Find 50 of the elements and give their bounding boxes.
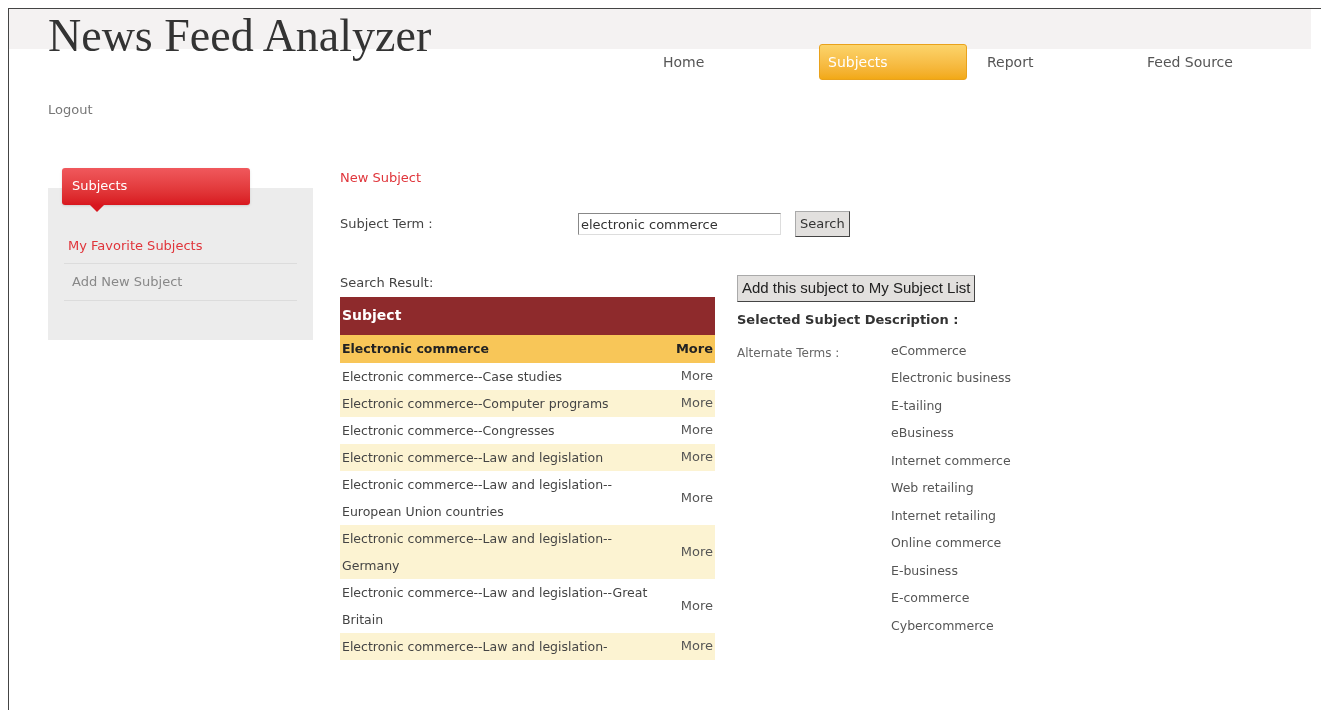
table-row[interactable]: Electronic commerce--Law and legislation- More (340, 632, 715, 660)
table-header: Subject (340, 296, 715, 335)
section-heading: New Subject (340, 168, 423, 187)
alternate-term: E-business (891, 561, 959, 580)
subject-cell-text: Electronic commerce--Computer programs (342, 394, 610, 413)
nav-tab[interactable]: Home (663, 44, 813, 80)
alternate-term: Online commerce (891, 534, 1003, 552)
subject-cell-text: Electronic commerce--Law and legislation (342, 448, 605, 467)
result-label: Search Result: (340, 274, 435, 292)
add-subject-button[interactable]: Add this subject to My Subject List (737, 275, 976, 302)
subject-cell-text: Electronic commerce (342, 340, 490, 358)
logout-link[interactable]: Logout (48, 100, 1321, 120)
subject-cell-text: Electronic commerce--Law and legislation--Germany (342, 529, 614, 575)
alternate-term: E-tailing (891, 396, 944, 415)
nav-tab[interactable]: Report (987, 44, 1147, 80)
subject-cell-text: Electronic commerce--Case studies (342, 367, 564, 386)
subject-term-field[interactable]: electronic commerce (578, 213, 781, 235)
alternate-term: Internet retailing (891, 506, 997, 525)
alternate-term: E-commerce (891, 589, 971, 607)
more-link[interactable]: More (680, 595, 713, 616)
description-heading: Selected Subject Description : (737, 311, 960, 329)
more-link[interactable]: More (680, 420, 713, 440)
table-row[interactable]: Electronic commerce--Computer programs More (340, 389, 715, 417)
search-button[interactable]: Search (795, 211, 850, 237)
more-link[interactable]: More (680, 541, 713, 562)
sidebar-item[interactable]: My Favorite Subjects (64, 227, 297, 264)
table-row[interactable]: Electronic commerce--Law and legislation--Germany More (340, 524, 715, 579)
alternate-term: Web retailing (891, 479, 975, 497)
subject-cell-text: Electronic commerce--Law and legislation--European Union countries (342, 475, 614, 521)
subject-cell-text: Electronic commerce--Congresses (342, 421, 556, 440)
nav-tab[interactable]: Feed Source (1147, 44, 1307, 80)
alternate-term: Cybercommerce (891, 616, 995, 635)
alternate-term: eCommerce (891, 341, 968, 360)
field-label: Subject Term : (340, 215, 434, 234)
alternate-terms-label: Alternate Terms : (737, 344, 841, 362)
more-link[interactable]: More (680, 366, 713, 386)
more-link[interactable]: More (675, 338, 713, 359)
alternate-term: eBusiness (891, 424, 955, 442)
more-link[interactable]: More (680, 487, 713, 508)
more-link[interactable]: More (680, 447, 713, 467)
more-link[interactable]: More (680, 393, 713, 413)
alternate-term: Internet commerce (891, 451, 1012, 470)
subject-cell-text: Electronic commerce--Law and legislation--Great Britain (342, 583, 649, 629)
more-link[interactable]: More (680, 636, 713, 656)
site-title: News Feed Analyzer (48, 9, 433, 63)
subject-cell-text: Electronic commerce--Law and legislation- (342, 637, 609, 656)
alternate-term: Electronic business (891, 369, 1012, 387)
table-row[interactable]: Electronic commerce--Law and legislation More (340, 443, 715, 471)
table-row[interactable]: Electronic commerce More (340, 334, 715, 363)
sidebar-heading: Subjects (62, 167, 250, 205)
